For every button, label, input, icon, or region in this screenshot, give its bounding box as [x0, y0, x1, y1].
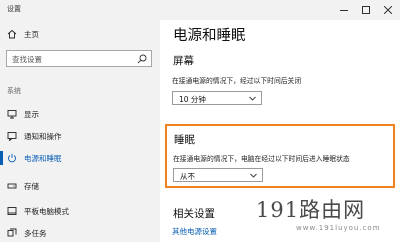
close-button[interactable]	[378, 0, 400, 20]
search-input-value: 查找设置	[12, 55, 42, 64]
home-icon	[7, 29, 17, 39]
related-settings-heading: 相关设置	[173, 208, 215, 220]
sidebar-item-label: 显示	[24, 110, 39, 119]
screen-description: 在接通电源的情况下，经过以下时间后关闭	[172, 77, 302, 85]
maximize-button[interactable]	[356, 0, 378, 20]
screen-timeout-dropdown[interactable]: 10 分钟	[172, 91, 262, 105]
watermark: 191路由网 www.191luyou.com	[250, 192, 400, 242]
display-icon	[7, 109, 17, 119]
other-power-settings-link[interactable]: 其他电源设置	[172, 226, 217, 237]
sidebar-item-multitasking[interactable]: 多任务	[0, 223, 160, 242]
title-bar: 设置	[0, 0, 400, 20]
sidebar-item-storage[interactable]: 存储	[0, 176, 160, 196]
sleep-description: 在接通电源的情况下，电脑在经过以下时间后进入睡眠状态	[173, 155, 350, 163]
window-title: 设置	[7, 5, 21, 13]
screen-heading: 屏幕	[173, 55, 194, 67]
watermark-url: www.191luyou.com	[296, 224, 381, 232]
sidebar-item-label: 平板电脑模式	[24, 207, 69, 216]
maximize-icon	[362, 6, 370, 14]
multitask-icon	[7, 228, 17, 238]
close-icon	[384, 6, 392, 14]
sidebar: 主页 查找设置 系统 显示 通知和操作 电源和睡眠 存储 平板电脑模式 多任务	[0, 20, 160, 242]
page-title: 电源和睡眠	[173, 28, 246, 44]
sidebar-item-label: 存储	[24, 182, 39, 191]
active-indicator	[0, 151, 3, 165]
sidebar-item-display[interactable]: 显示	[0, 104, 160, 124]
sleep-heading: 睡眠	[174, 134, 195, 146]
sidebar-item-label: 通知和操作	[24, 132, 62, 141]
sleep-section-highlight: 睡眠 在接通电源的情况下，电脑在经过以下时间后进入睡眠状态 从不	[165, 124, 395, 188]
sidebar-item-label: 电源和睡眠	[24, 154, 62, 163]
watermark-text: 191路由网	[256, 198, 366, 222]
search-icon[interactable]	[137, 54, 147, 64]
search-input[interactable]: 查找设置	[6, 50, 152, 67]
notification-icon	[7, 131, 17, 141]
minimize-button[interactable]	[334, 0, 356, 20]
sleep-timeout-value: 从不	[180, 172, 195, 181]
chevron-down-icon	[249, 95, 256, 102]
chevron-down-icon	[250, 172, 257, 179]
sidebar-item-home[interactable]: 主页	[0, 24, 160, 44]
sleep-timeout-dropdown[interactable]: 从不	[173, 168, 263, 182]
tablet-icon	[7, 206, 17, 216]
power-icon	[7, 153, 17, 163]
settings-window: 设置 主页 查找设置 系统 显示 通知和操作 电源和睡眠 存储 平板电脑模式 多…	[0, 0, 400, 242]
minimize-icon	[340, 6, 348, 11]
storage-icon	[7, 181, 17, 191]
sidebar-item-tablet-mode[interactable]: 平板电脑模式	[0, 201, 160, 221]
sidebar-item-label: 多任务	[24, 229, 47, 238]
sidebar-item-label: 主页	[24, 30, 39, 39]
screen-timeout-value: 10 分钟	[179, 95, 206, 104]
sidebar-item-power-sleep[interactable]: 电源和睡眠	[0, 148, 160, 168]
section-label-system: 系统	[7, 87, 21, 95]
sidebar-item-notifications[interactable]: 通知和操作	[0, 126, 160, 146]
